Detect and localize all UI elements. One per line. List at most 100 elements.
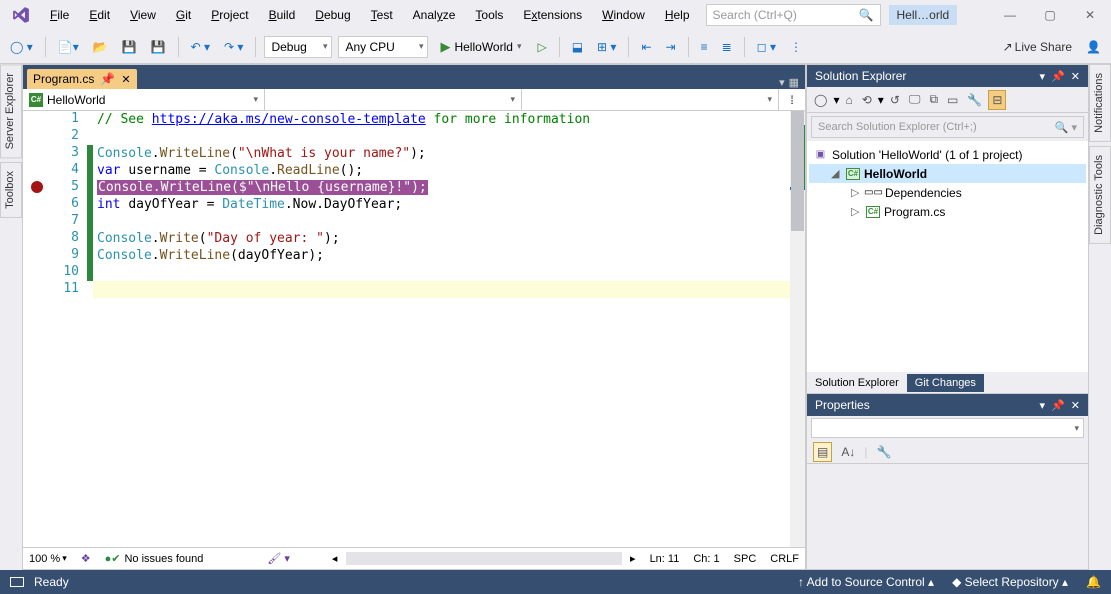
eol-mode[interactable]: CRLF xyxy=(770,553,799,565)
vertical-scrollbar[interactable] xyxy=(790,111,805,547)
tree-dependencies[interactable]: ▷ ▭▭ Dependencies xyxy=(809,183,1086,202)
menu-window[interactable]: Window xyxy=(592,4,655,26)
add-source-control[interactable]: ↑ Add to Source Control ▴ xyxy=(798,575,934,589)
feedback-button[interactable]: 👤 xyxy=(1082,37,1105,57)
nav-project-combo[interactable]: C# HelloWorld ▾ xyxy=(23,89,265,110)
menu-project[interactable]: Project xyxy=(201,4,258,26)
breakpoint-icon[interactable] xyxy=(31,181,43,193)
uncomment-button[interactable]: ≣ xyxy=(718,37,736,57)
menu-view[interactable]: View xyxy=(120,4,166,26)
code-line[interactable]: // See https://aka.ms/new-console-templa… xyxy=(97,111,790,128)
save-button[interactable]: 💾 xyxy=(118,37,141,57)
nav-type-combo[interactable]: ▾ xyxy=(265,89,522,110)
code-line[interactable]: Console.WriteLine(dayOfYear); xyxy=(97,247,790,264)
search-box[interactable]: Search (Ctrl+Q) 🔍 xyxy=(706,4,881,26)
sync-icon[interactable]: ⟲ xyxy=(859,91,875,109)
code-lines[interactable]: // See https://aka.ms/new-console-templa… xyxy=(93,111,790,547)
live-share-button[interactable]: ↗ Live Share xyxy=(999,37,1076,57)
save-all-button[interactable]: 💾 xyxy=(147,37,170,57)
code-editor[interactable]: 1234567891011 // See https://aka.ms/new-… xyxy=(23,111,805,547)
close-tab-icon[interactable]: ✕ xyxy=(121,73,130,86)
code-line[interactable]: Console.WriteLine("\nWhat is your name?"… xyxy=(97,145,790,162)
sidetab-server-explorer[interactable]: Server Explorer xyxy=(0,64,22,158)
line-indicator[interactable]: Ln: 11 xyxy=(650,553,680,565)
solution-tree[interactable]: ▣ Solution 'HelloWorld' (1 of 1 project)… xyxy=(807,141,1088,372)
menu-extensions[interactable]: Extensions xyxy=(513,4,592,26)
redo-button[interactable]: ↷ ▾ xyxy=(220,37,247,57)
tree-solution-root[interactable]: ▣ Solution 'HelloWorld' (1 of 1 project) xyxy=(809,145,1086,164)
menu-tools[interactable]: Tools xyxy=(465,4,513,26)
run-button[interactable]: ▶ HelloWorld ▾ xyxy=(434,37,527,57)
code-line[interactable]: Console.WriteLine($"\nHello {username}!"… xyxy=(97,179,790,196)
tree-file-program[interactable]: ▷ C# Program.cs xyxy=(809,202,1086,221)
solution-explorer-search[interactable]: Search Solution Explorer (Ctrl+;) 🔍 ▾ xyxy=(811,116,1084,138)
comment-button[interactable]: ≡ xyxy=(697,37,712,57)
config-combo[interactable]: Debug xyxy=(264,36,332,58)
code-line[interactable] xyxy=(97,128,790,145)
active-files-button[interactable]: ▾ xyxy=(779,76,785,89)
wrench-icon[interactable]: 🔧 xyxy=(873,443,894,461)
doc-tab-program[interactable]: Program.cs 📌 ✕ xyxy=(27,69,137,89)
breakpoint-gutter[interactable] xyxy=(23,111,51,547)
nav-split-button[interactable]: ⁞ xyxy=(779,89,805,110)
bookmark-button[interactable]: ◻ ▾ xyxy=(753,37,780,57)
close-panel-icon[interactable]: ✕ xyxy=(1071,70,1080,83)
sidetab-diagnostics[interactable]: Diagnostic Tools xyxy=(1089,146,1111,244)
back-icon[interactable]: ◯ xyxy=(811,91,830,109)
pin-icon[interactable]: 📌 xyxy=(1051,399,1065,412)
back-button[interactable]: ◯ ▾ xyxy=(6,37,37,57)
menu-edit[interactable]: Edit xyxy=(79,4,120,26)
issues-status[interactable]: ●✔ No issues found xyxy=(105,552,204,565)
menu-analyze[interactable]: Analyze xyxy=(403,4,466,26)
pin-icon[interactable]: 📌 xyxy=(1051,70,1065,83)
sidetab-toolbox[interactable]: Toolbox xyxy=(0,162,22,218)
insert-mode[interactable]: SPC xyxy=(734,553,757,565)
tree-project[interactable]: ◢ C# HelloWorld xyxy=(809,164,1086,183)
code-line[interactable] xyxy=(97,264,790,281)
indent-left-button[interactable]: ⇤ xyxy=(637,37,655,57)
panel-menu-icon[interactable]: ▾ xyxy=(1040,70,1046,83)
menu-test[interactable]: Test xyxy=(361,4,403,26)
sort-icon[interactable]: A↓ xyxy=(838,443,858,461)
select-repository[interactable]: ◆ Select Repository ▴ xyxy=(952,575,1068,589)
zoom-combo[interactable]: 100 % ▾ xyxy=(29,553,67,565)
status-icon[interactable] xyxy=(10,577,24,587)
code-line[interactable]: var username = Console.ReadLine(); xyxy=(97,162,790,179)
menu-file[interactable]: File xyxy=(40,4,79,26)
close-panel-icon[interactable]: ✕ xyxy=(1071,399,1080,412)
home-icon[interactable]: ⌂ xyxy=(842,91,855,109)
expand-icon[interactable]: ▷ xyxy=(851,186,862,199)
new-item-button[interactable]: 📄▾ xyxy=(54,37,83,57)
horizontal-scroll[interactable]: ◂▸ xyxy=(332,552,636,565)
menu-help[interactable]: Help xyxy=(655,4,700,26)
history-icon[interactable]: ↺ xyxy=(887,91,903,109)
expand-icon[interactable]: ▷ xyxy=(851,205,862,218)
collapse-icon[interactable]: ◢ xyxy=(831,167,842,180)
tab-solution-explorer[interactable]: Solution Explorer xyxy=(807,374,907,392)
code-line[interactable] xyxy=(97,213,790,230)
open-button[interactable]: 📂 xyxy=(89,37,112,57)
showall-icon[interactable]: ⧉ xyxy=(926,90,941,109)
maximize-button[interactable]: ▢ xyxy=(1033,3,1067,27)
close-button[interactable]: ✕ xyxy=(1073,3,1107,27)
scrollbar-thumb[interactable] xyxy=(791,111,804,231)
panel-menu-icon[interactable]: ▾ xyxy=(1040,399,1046,412)
properties-object-combo[interactable]: ▾ xyxy=(811,418,1084,438)
solution-name[interactable]: Hell…orld xyxy=(889,5,958,25)
collapse-icon[interactable]: ▭ xyxy=(944,91,961,109)
sidetab-notifications[interactable]: Notifications xyxy=(1089,64,1111,142)
window-split-button[interactable]: ▦ xyxy=(789,76,799,89)
properties-icon[interactable]: 🔧 xyxy=(964,91,985,109)
brush-icon[interactable]: 🖌 ▾ xyxy=(267,552,290,565)
platform-combo[interactable]: Any CPU xyxy=(338,36,428,58)
menu-git[interactable]: Git xyxy=(166,4,201,26)
undo-button[interactable]: ↶ ▾ xyxy=(187,37,214,57)
minimize-button[interactable]: — xyxy=(993,3,1027,27)
indent-right-button[interactable]: ⇥ xyxy=(662,37,680,57)
bell-icon[interactable]: 🔔 xyxy=(1086,575,1101,589)
tab-git-changes[interactable]: Git Changes xyxy=(907,374,984,392)
code-line[interactable]: int dayOfYear = DateTime.Now.DayOfYear; xyxy=(97,196,790,213)
pin-icon[interactable]: 📌 xyxy=(100,72,115,86)
char-indicator[interactable]: Ch: 1 xyxy=(693,553,719,565)
categorized-icon[interactable]: ▤ xyxy=(813,442,832,462)
